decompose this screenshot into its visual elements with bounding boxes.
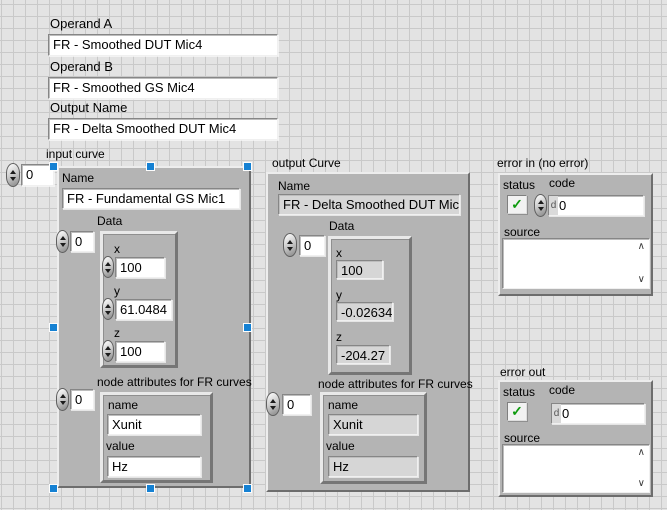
- output-name-indicator: FR - Delta Smoothed DUT Mic4: [278, 194, 460, 215]
- scroll-up-icon[interactable]: ∧: [638, 242, 645, 252]
- error-out-label: error out: [500, 366, 545, 379]
- operand-b-field[interactable]: FR - Smoothed GS Mic4: [48, 77, 278, 99]
- error-out-code-value: 0: [561, 404, 569, 423]
- error-out-status-label: status: [503, 386, 535, 399]
- selection-handle-bottom-mid[interactable]: [146, 484, 155, 493]
- output-curve-label: output Curve: [272, 157, 341, 170]
- output-attr-name-label: name: [328, 399, 358, 412]
- input-name-field[interactable]: FR - Fundamental GS Mic1: [62, 188, 240, 209]
- selection-handle-top-mid[interactable]: [146, 162, 155, 171]
- input-x-field[interactable]: 100: [115, 257, 165, 278]
- output-y-indicator: -0.02634: [336, 302, 393, 321]
- error-out-source-indicator: ∧ ∨: [502, 444, 650, 493]
- input-curve-label: input curve: [46, 148, 105, 161]
- input-data-label: Data: [97, 215, 122, 228]
- output-node-attributes-label: node attributes for FR curves: [318, 378, 473, 391]
- input-node-index-spinner[interactable]: [56, 388, 69, 411]
- labview-front-panel: Operand A FR - Smoothed DUT Mic4 Operand…: [0, 0, 667, 510]
- scroll-down-icon[interactable]: ∨: [638, 479, 645, 489]
- output-z-indicator: -204.27: [336, 345, 390, 364]
- input-attr-value-label: value: [106, 440, 135, 453]
- selection-handle-bottom-right[interactable]: [243, 484, 252, 493]
- input-z-spinner[interactable]: [102, 340, 114, 362]
- error-in-label: error in (no error): [497, 157, 588, 170]
- output-data-index-field[interactable]: 0: [299, 235, 325, 256]
- output-attr-value-indicator: Hz: [328, 456, 418, 477]
- operand-a-field[interactable]: FR - Smoothed DUT Mic4: [48, 34, 278, 56]
- output-data-index-spinner[interactable]: [283, 233, 297, 257]
- error-out-status-indicator: ✓: [507, 402, 527, 421]
- radix-d-icon: d: [552, 404, 561, 423]
- scroll-down-icon[interactable]: ∨: [638, 275, 645, 285]
- input-attr-name-field[interactable]: Xunit: [107, 414, 201, 435]
- operand-a-label: Operand A: [50, 17, 112, 31]
- error-in-code-value: 0: [558, 196, 566, 215]
- input-name-label: Name: [62, 172, 94, 185]
- output-name-label2: Name: [278, 180, 310, 193]
- input-node-index-field[interactable]: 0: [70, 389, 94, 410]
- input-node-attributes-label: node attributes for FR curves: [97, 376, 252, 389]
- input-x-label: x: [114, 243, 120, 256]
- output-y-label: y: [336, 289, 342, 302]
- checkmark-icon: ✓: [511, 196, 523, 212]
- selection-handle-top-right[interactable]: [243, 162, 252, 171]
- error-in-status-checkbox[interactable]: ✓: [507, 195, 527, 214]
- output-x-label: x: [336, 247, 342, 260]
- error-out-code-indicator: d 0: [551, 403, 645, 424]
- output-data-label: Data: [329, 220, 354, 233]
- scroll-up-icon[interactable]: ∧: [638, 448, 645, 458]
- input-attr-name-label: name: [108, 399, 138, 412]
- radix-d-icon: d: [549, 196, 558, 215]
- input-attr-value-field[interactable]: Hz: [107, 456, 201, 477]
- selection-handle-mid-right[interactable]: [243, 323, 252, 332]
- input-curve-index-spinner[interactable]: [6, 163, 20, 187]
- selection-handle-mid-left[interactable]: [49, 323, 58, 332]
- error-in-code-label: code: [549, 177, 575, 190]
- selection-handle-bottom-left[interactable]: [49, 484, 58, 493]
- input-z-field[interactable]: 100: [115, 341, 165, 362]
- input-x-spinner[interactable]: [102, 256, 114, 278]
- output-node-index-spinner[interactable]: [266, 392, 280, 416]
- checkmark-icon: ✓: [511, 403, 523, 419]
- output-name-label: Output Name: [50, 101, 127, 115]
- output-x-indicator: 100: [336, 260, 383, 279]
- output-attr-value-label: value: [326, 440, 355, 453]
- input-y-label: y: [114, 285, 120, 298]
- input-data-index-field[interactable]: 0: [70, 231, 94, 252]
- output-name-field[interactable]: FR - Delta Smoothed DUT Mic4: [48, 118, 278, 140]
- output-node-index-field[interactable]: 0: [282, 394, 311, 415]
- operand-b-label: Operand B: [50, 60, 113, 74]
- output-attr-name-indicator: Xunit: [328, 414, 418, 435]
- input-y-spinner[interactable]: [102, 298, 114, 320]
- error-in-status-label: status: [503, 179, 535, 192]
- selection-handle-top-left[interactable]: [49, 162, 58, 171]
- input-y-field[interactable]: 61.0484: [115, 299, 172, 320]
- input-z-label: z: [114, 327, 120, 340]
- error-out-code-label: code: [549, 384, 575, 397]
- output-z-label: z: [336, 331, 342, 344]
- input-data-index-spinner[interactable]: [56, 230, 69, 253]
- error-in-source-field[interactable]: ∧ ∨: [502, 238, 650, 289]
- error-in-code-spinner[interactable]: [534, 194, 547, 217]
- error-in-code-field[interactable]: d 0: [548, 195, 644, 216]
